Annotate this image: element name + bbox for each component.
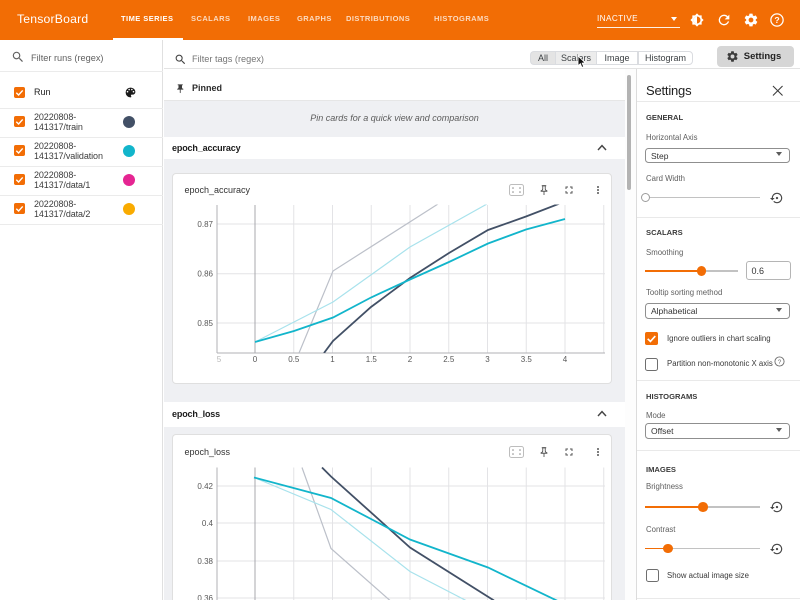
svg-text:2: 2: [408, 355, 413, 364]
svg-text:3.5: 3.5: [521, 355, 533, 364]
svg-text:5: 5: [217, 355, 222, 364]
svg-text:0.36: 0.36: [197, 594, 213, 600]
svg-text:1: 1: [330, 355, 335, 364]
svg-text:0: 0: [253, 355, 258, 364]
svg-text:?: ?: [774, 15, 779, 25]
svg-text:0.85: 0.85: [197, 319, 213, 328]
svg-text:4: 4: [563, 355, 568, 364]
svg-text:0.87: 0.87: [197, 220, 213, 229]
svg-text:0.86: 0.86: [197, 270, 213, 279]
svg-text:0.5: 0.5: [288, 355, 300, 364]
svg-text:?: ?: [777, 359, 781, 366]
svg-text:0.38: 0.38: [197, 557, 213, 566]
svg-text:2.5: 2.5: [443, 355, 455, 364]
svg-text:3: 3: [485, 355, 490, 364]
svg-text:1.5: 1.5: [366, 355, 378, 364]
svg-text:0.4: 0.4: [202, 519, 214, 528]
svg-text:0.42: 0.42: [197, 482, 213, 491]
